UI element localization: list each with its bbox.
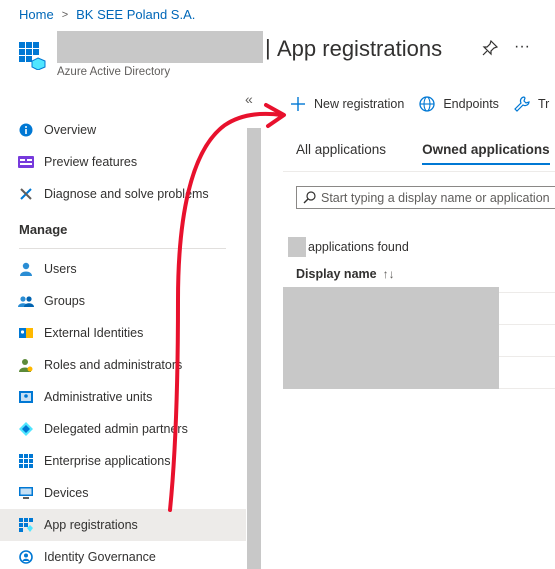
sidebar-item-external-identities[interactable]: External Identities [0,317,246,349]
pin-icon[interactable] [482,39,499,56]
sidebar-item-label: External Identities [44,326,144,340]
title-separator: | [265,35,271,60]
annotation-arrow-head [264,103,286,128]
redacted-table-rows [283,287,499,389]
sidebar-section-manage: Manage [19,221,68,237]
breadcrumb: Home > BK SEE Poland S.A. [19,7,195,22]
plus-icon [290,96,306,112]
app-registrations-icon [18,517,34,533]
results-count: applications found [288,237,409,257]
info-icon [18,122,34,138]
breadcrumb-tenant-link[interactable]: BK SEE Poland S.A. [76,7,195,22]
sidebar-item-overview[interactable]: Overview [0,114,246,146]
sidebar-item-delegated-admin-partners[interactable]: Delegated admin partners [0,413,246,445]
search-icon [303,191,316,204]
sidebar-item-label: Overview [44,123,97,137]
sidebar-item-enterprise-applications[interactable]: Enterprise applications [0,445,246,477]
redacted-directory-name [57,31,263,63]
enterprise-apps-icon [18,453,34,469]
page-subtitle: Azure Active Directory [57,66,171,78]
redacted-count [288,237,306,257]
sidebar-scrollbar[interactable] [247,128,261,569]
troubleshoot-button[interactable]: Tr [514,96,549,112]
sidebar-item-preview-features[interactable]: Preview features [0,146,246,178]
azure-ad-grid-icon [19,42,47,71]
more-options-icon[interactable]: ··· [514,38,530,56]
globe-icon [419,96,435,112]
roles-icon [18,357,34,373]
identity-governance-icon [18,549,34,565]
group-icon [18,293,34,309]
sidebar-item-label: Devices [44,486,89,500]
new-registration-label: New registration [314,97,405,111]
devices-icon [18,485,34,501]
results-found-label: applications found [308,240,409,254]
preview-icon [18,154,34,170]
search-placeholder: Start typing a display name or applicati… [321,190,550,205]
breadcrumb-home-link[interactable]: Home [19,7,54,22]
endpoints-button[interactable]: Endpoints [419,96,499,112]
sidebar-item-label: Delegated admin partners [44,422,188,436]
sidebar-item-label: Identity Governance [44,550,156,564]
search-input[interactable]: Start typing a display name or applicati… [296,186,555,209]
sort-icon[interactable]: ↑↓ [383,267,395,281]
external-identities-icon [18,325,34,341]
sidebar-item-label: Users [44,262,77,276]
tabs-divider [283,171,555,172]
sidebar-item-label: Roles and administrators [44,358,183,372]
column-header-display-name[interactable]: Display name ↑↓ [296,267,395,281]
new-registration-button[interactable]: New registration [290,96,404,112]
endpoints-label: Endpoints [443,97,499,111]
tab-all-applications[interactable]: All applications [296,142,386,165]
wrench-icon [18,186,34,202]
sidebar-divider [19,248,226,249]
sidebar-item-app-registrations[interactable]: App registrations [0,509,246,541]
sidebar-item-users[interactable]: Users [0,253,246,285]
application-tabs: All applications Owned applications [296,142,555,165]
sidebar-item-label: Preview features [44,155,138,169]
sidebar-item-devices[interactable]: Devices [0,477,246,509]
sidebar-item-diagnose[interactable]: Diagnose and solve problems [0,178,246,210]
sidebar-item-administrative-units[interactable]: Administrative units [0,381,246,413]
page-title: App registrations [277,36,443,61]
sidebar-item-groups[interactable]: Groups [0,285,246,317]
breadcrumb-separator: > [61,8,69,21]
sidebar-item-roles[interactable]: Roles and administrators [0,349,246,381]
wrench-icon [514,96,530,112]
troubleshoot-label: Tr [537,97,550,111]
sidebar-item-label: Groups [44,294,85,308]
admin-units-icon [18,389,34,405]
user-icon [18,261,34,277]
command-bar: New registration Endpoints Tr [290,96,555,112]
sidebar-item-label: Enterprise applications [44,454,171,468]
column-header-label: Display name [296,267,377,281]
partners-icon [18,421,34,437]
sidebar-item-identity-governance[interactable]: Identity Governance [0,541,246,569]
sidebar-item-label: Administrative units [44,390,153,404]
sidebar-item-label: App registrations [44,518,138,532]
tab-owned-applications[interactable]: Owned applications [422,142,550,165]
collapse-sidebar-icon[interactable]: « [245,91,253,107]
sidebar-nav: Overview Preview features Diagnose and s… [0,114,246,569]
sidebar-item-label: Diagnose and solve problems [44,187,209,201]
